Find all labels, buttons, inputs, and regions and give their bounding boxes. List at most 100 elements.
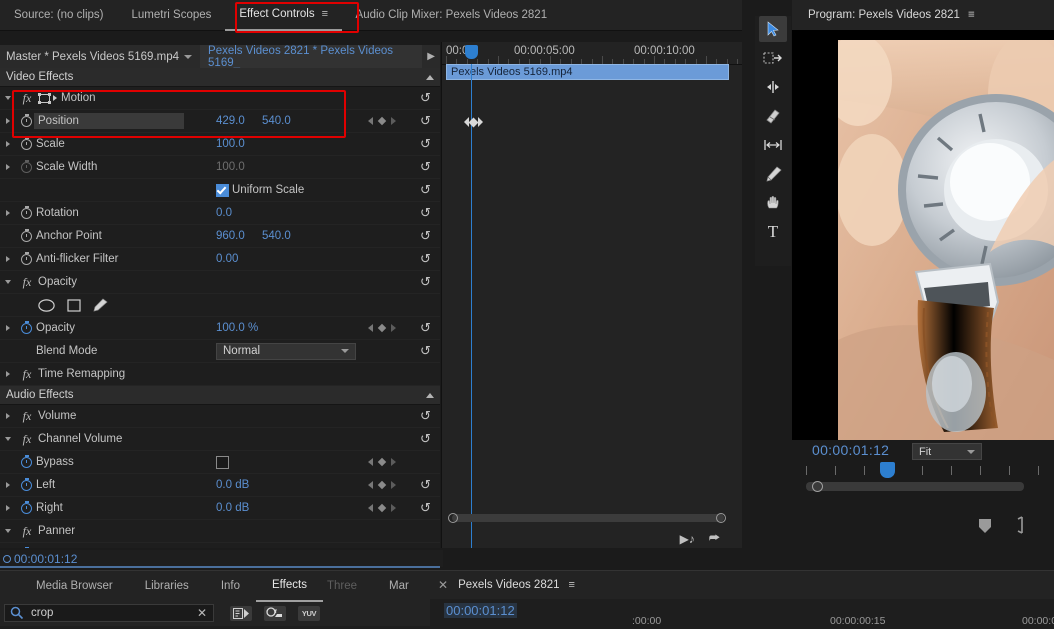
next-keyframe-icon[interactable] (391, 481, 396, 489)
next-keyframe-icon[interactable] (391, 458, 396, 466)
next-keyframe-icon[interactable] (391, 117, 396, 125)
program-monitor-tab[interactable]: Program: Pexels Videos 2821 ≡ (792, 0, 1054, 31)
tab-lumetri-scopes[interactable]: Lumetri Scopes (117, 1, 225, 30)
reset-parameter-button[interactable]: ↺ (420, 251, 431, 267)
property-row[interactable]: Scale Width 100.0 ↺ (0, 156, 440, 179)
disclosure-triangle[interactable] (0, 482, 16, 488)
reset-parameter-button[interactable]: ↺ (420, 159, 431, 175)
reset-parameter-button[interactable]: ↺ (420, 274, 431, 290)
hand-tool[interactable] (759, 190, 787, 216)
property-row[interactable]: Scale 100.0 ↺ (0, 133, 440, 156)
property-row[interactable]: Left 0.0 dB ↺ (0, 474, 440, 497)
disclosure-triangle[interactable] (0, 371, 16, 377)
property-value-1[interactable]: 100.0 (216, 138, 245, 150)
reset-parameter-button[interactable]: ↺ (420, 205, 431, 221)
blend-mode-dropdown[interactable]: Normal (216, 342, 356, 360)
property-value-2[interactable]: 540.0 (262, 230, 291, 242)
disclosure-triangle[interactable] (0, 413, 16, 419)
property-value-1[interactable]: 0.0 dB (216, 479, 249, 491)
stopwatch-toggle[interactable] (16, 500, 36, 514)
effect-controls-timecode[interactable]: 00:00:01:12 (14, 552, 77, 566)
zoom-handle-left[interactable] (448, 513, 458, 523)
reset-parameter-button[interactable]: ↺ (420, 136, 431, 152)
close-icon[interactable]: ✕ (438, 578, 448, 592)
previous-keyframe-icon[interactable] (368, 504, 373, 512)
stopwatch-toggle[interactable] (16, 320, 36, 334)
timeline-panel-tab[interactable]: ✕ Pexels Videos 2821 ≡ (430, 571, 1054, 599)
stopwatch-toggle[interactable] (16, 477, 36, 491)
property-row[interactable]: Position 429.0 540.0 ↺ (0, 110, 440, 133)
transform-icon[interactable] (38, 92, 57, 104)
disclosure-triangle[interactable] (0, 325, 16, 331)
add-keyframe-icon[interactable] (377, 323, 387, 333)
clear-search-icon[interactable]: ✕ (197, 606, 207, 620)
previous-keyframe-icon[interactable] (368, 458, 373, 466)
panel-menu-icon[interactable]: ≡ (569, 579, 575, 591)
collapse-icon[interactable] (426, 74, 434, 80)
property-row[interactable]: Anti-flicker Filter 0.00 ↺ (0, 248, 440, 271)
property-row[interactable]: Rotation 0.0 ↺ (0, 202, 440, 225)
program-timecode[interactable]: 00:00:01:12 (812, 442, 889, 458)
property-value-1[interactable]: 429.0 (216, 115, 245, 127)
previous-keyframe-icon[interactable] (368, 117, 373, 125)
bottom-tab-media-browser[interactable]: Media Browser (20, 572, 129, 601)
previous-keyframe-icon[interactable] (368, 324, 373, 332)
bottom-tab-three[interactable]: Three (311, 572, 373, 601)
property-row[interactable]: Right 0.0 dB ↺ (0, 497, 440, 520)
ripple-edit-tool[interactable] (759, 74, 787, 100)
program-monitor-viewport[interactable] (792, 30, 1054, 440)
bypass-checkbox[interactable] (216, 455, 229, 469)
keyframe-navigator[interactable] (368, 480, 396, 490)
property-value-1[interactable]: 100.0 % (216, 322, 258, 334)
property-row[interactable]: fx Panner (0, 520, 440, 543)
property-row[interactable]: Bypass (0, 451, 440, 474)
property-row[interactable]: fx Motion ↺ (0, 87, 440, 110)
razor-tool[interactable] (759, 103, 787, 129)
keyframe-navigator[interactable] (368, 457, 396, 467)
bottom-tab-info[interactable]: Info (205, 572, 256, 601)
disclosure-triangle[interactable] (0, 256, 16, 262)
effect-controls-property-list[interactable]: Video Effects fx Motion ↺ Position 429.0 540.… (0, 68, 440, 548)
effect-controls-clip-bar[interactable]: Pexels Videos 5169.mp4 (446, 64, 729, 80)
program-playhead[interactable] (880, 462, 895, 478)
timeline-zoom-scrollbar[interactable] (442, 510, 742, 526)
zoom-scrollbar-track[interactable] (452, 514, 724, 522)
safe-margins-icon[interactable] (978, 518, 992, 537)
keyframe-navigator[interactable] (368, 116, 396, 126)
property-row[interactable]: Blend Mode Normal ↺ (0, 340, 440, 363)
zoom-handle-right[interactable] (716, 513, 726, 523)
program-time-ruler[interactable] (806, 466, 1039, 480)
property-row[interactable]: Anchor Point 960.0 540.0 ↺ (0, 225, 440, 248)
tab-audio-clip-mixer[interactable]: Audio Clip Mixer: Pexels Videos 2821 (342, 1, 562, 30)
property-row[interactable]: Opacity 100.0 % ↺ (0, 317, 440, 340)
disclosure-triangle[interactable] (0, 141, 16, 147)
disclosure-triangle[interactable] (0, 437, 16, 441)
add-keyframe-icon[interactable] (377, 503, 387, 513)
zoom-level-dropdown[interactable]: Fit (912, 443, 982, 460)
stopwatch-toggle[interactable] (16, 113, 36, 127)
property-row[interactable]: fx Opacity ↺ (0, 271, 440, 294)
keyframe-navigator-marker[interactable] (464, 117, 483, 127)
stopwatch-toggle[interactable] (16, 205, 36, 219)
panel-menu-icon[interactable]: ≡ (968, 9, 975, 21)
playhead-handle[interactable] (465, 45, 478, 59)
loop-playback-icon[interactable]: ⮫ (709, 531, 720, 546)
disclosure-triangle[interactable] (0, 164, 16, 170)
property-row[interactable]: fx Channel Volume ↺ (0, 428, 440, 451)
audio-effects-header[interactable]: Audio Effects (0, 386, 440, 405)
uniform-scale-checkbox[interactable] (216, 183, 229, 197)
accelerated-effects-icon[interactable] (230, 605, 252, 621)
reset-parameter-button[interactable]: ↺ (420, 90, 431, 106)
reset-parameter-button[interactable]: ↺ (420, 500, 431, 516)
property-value-1[interactable]: 960.0 (216, 230, 245, 242)
property-row[interactable]: Uniform Scale ↺ (0, 179, 440, 202)
add-keyframe-icon[interactable] (377, 457, 387, 467)
pen-mask-icon[interactable] (93, 298, 108, 312)
tab-source[interactable]: Source: (no clips) (0, 1, 117, 30)
disclosure-triangle[interactable] (0, 529, 16, 533)
property-value-1[interactable]: 100.0 (216, 161, 245, 173)
previous-keyframe-icon[interactable] (368, 481, 373, 489)
effect-controls-ruler[interactable]: 00:00 00:00:05:00 00:00:10:00 (442, 42, 742, 65)
slip-tool[interactable] (759, 132, 787, 158)
reset-parameter-button[interactable]: ↺ (420, 182, 431, 198)
